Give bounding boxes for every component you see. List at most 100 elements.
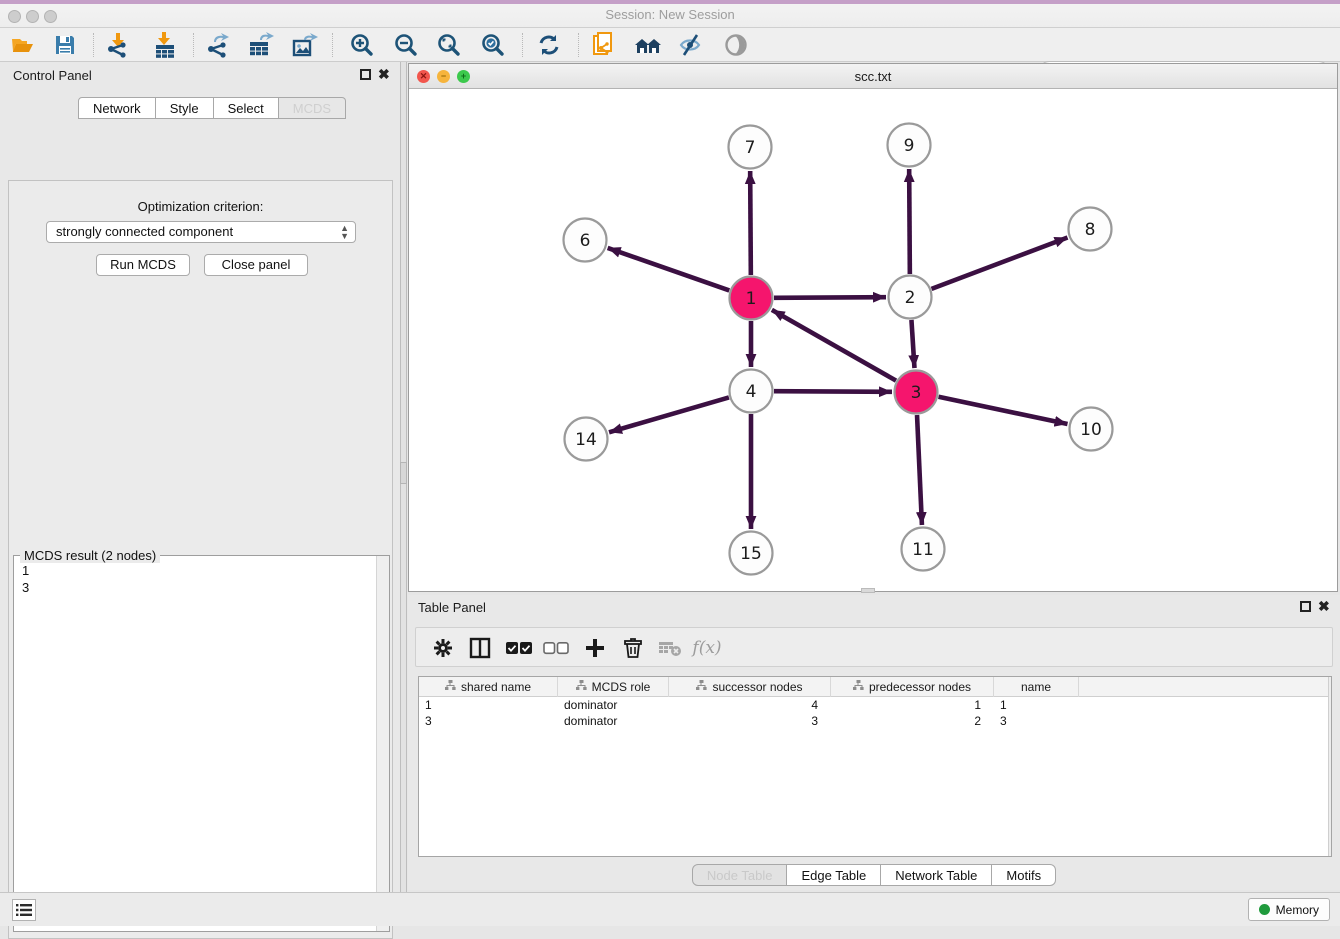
- zoom-fit-icon[interactable]: [432, 30, 466, 60]
- add-column-icon[interactable]: [580, 633, 610, 663]
- column-header-successor-nodes[interactable]: successor nodes: [669, 677, 831, 697]
- table-cell[interactable]: 1: [994, 697, 1079, 713]
- node-label-7: 7: [745, 138, 756, 158]
- tab-style[interactable]: Style: [156, 97, 214, 119]
- close-panel-button[interactable]: Close panel: [204, 254, 308, 276]
- edge-2-8[interactable]: [932, 237, 1068, 288]
- table-row[interactable]: 1dominator411: [419, 697, 1331, 713]
- column-header-name[interactable]: name: [994, 677, 1079, 697]
- tab-select[interactable]: Select: [214, 97, 279, 119]
- table-cell[interactable]: 1: [831, 697, 994, 713]
- run-mcds-button[interactable]: Run MCDS: [96, 254, 190, 276]
- float-panel-icon[interactable]: [360, 69, 371, 80]
- edge-4-14[interactable]: [609, 397, 729, 432]
- column-label: MCDS role: [592, 680, 651, 694]
- table-cell[interactable]: 1: [419, 697, 558, 713]
- column-edit-icon: [576, 680, 587, 694]
- zoom-selected-icon[interactable]: [476, 30, 510, 60]
- app-titlebar: Session: New Session: [0, 0, 1340, 28]
- edge-1-7[interactable]: [750, 171, 751, 275]
- mcds-result-list: 1 3: [22, 562, 29, 596]
- edge-2-3[interactable]: [911, 320, 914, 368]
- edge-1-2[interactable]: [774, 297, 886, 298]
- memory-button[interactable]: Memory: [1248, 898, 1330, 921]
- edge-3-10[interactable]: [939, 397, 1068, 424]
- float-table-panel-icon[interactable]: [1300, 601, 1311, 612]
- open-session-icon[interactable]: [6, 30, 40, 60]
- table-tabs: Node TableEdge TableNetwork TableMotifs: [408, 864, 1340, 886]
- show-column-icon[interactable]: [465, 633, 495, 663]
- column-header-MCDS-role[interactable]: MCDS role: [558, 677, 669, 697]
- table-cell[interactable]: 3: [419, 713, 558, 729]
- table-cell[interactable]: 3: [994, 713, 1079, 729]
- table-header-row[interactable]: shared name MCDS role successor nodesprede…: [419, 677, 1331, 697]
- table-cell[interactable]: 2: [831, 713, 994, 729]
- network-canvas[interactable]: 7968124314101511: [409, 89, 1337, 591]
- table-cell[interactable]: 3: [669, 713, 831, 729]
- panel-divider[interactable]: [400, 62, 407, 892]
- save-session-icon[interactable]: [48, 30, 82, 60]
- delete-table-icon[interactable]: [655, 633, 685, 663]
- function-builder-icon[interactable]: f(x): [692, 633, 722, 663]
- column-header-shared-name[interactable]: shared name: [419, 677, 558, 697]
- node-table[interactable]: shared name MCDS role successor nodesprede…: [418, 676, 1332, 857]
- control-panel-tabs: NetworkStyleSelectMCDS: [78, 97, 346, 119]
- select-all-checks-icon[interactable]: [504, 633, 534, 663]
- tab-node-table[interactable]: Node Table: [692, 864, 788, 886]
- hide-graphics-details-icon[interactable]: [674, 30, 708, 60]
- export-table-icon[interactable]: [244, 30, 278, 60]
- node-label-4: 4: [746, 382, 757, 402]
- column-label: shared name: [461, 680, 531, 694]
- window-resize-handle[interactable]: [861, 588, 875, 593]
- edge-3-11[interactable]: [917, 415, 922, 525]
- delete-column-icon[interactable]: [618, 633, 648, 663]
- zoom-in-icon[interactable]: [345, 30, 379, 60]
- tab-motifs[interactable]: Motifs: [992, 864, 1056, 886]
- table-panel-title: Table Panel: [418, 600, 486, 615]
- table-row[interactable]: 3dominator323: [419, 713, 1331, 729]
- node-label-1: 1: [746, 289, 757, 309]
- tab-edge-table[interactable]: Edge Table: [787, 864, 881, 886]
- close-panel-icon[interactable]: ✖: [378, 66, 390, 83]
- table-cell[interactable]: 4: [669, 697, 831, 713]
- node-label-6: 6: [580, 231, 591, 251]
- edge-1-6[interactable]: [608, 248, 730, 290]
- network-from-file-icon[interactable]: [587, 30, 621, 60]
- tab-network-table[interactable]: Network Table: [881, 864, 992, 886]
- network-window-titlebar[interactable]: ✕ − + scc.txt: [409, 64, 1337, 89]
- node-label-11: 11: [912, 540, 934, 560]
- tab-mcds[interactable]: MCDS: [279, 97, 346, 119]
- show-graphics-details-icon[interactable]: [719, 30, 753, 60]
- optimization-criterion-select[interactable]: strongly connected component ▲▼: [46, 221, 356, 243]
- edge-2-9[interactable]: [909, 169, 910, 274]
- table-cell[interactable]: dominator: [558, 713, 669, 729]
- toolbar-separator: [522, 33, 523, 57]
- node-label-9: 9: [904, 136, 915, 156]
- result-scrollbar[interactable]: [376, 556, 389, 931]
- close-table-panel-icon[interactable]: ✖: [1318, 598, 1330, 615]
- divider-handle[interactable]: [400, 462, 407, 484]
- table-options-gear-icon[interactable]: [428, 633, 458, 663]
- import-table-icon[interactable]: [148, 30, 182, 60]
- task-history-button[interactable]: [12, 899, 36, 921]
- main-toolbar: ⚲: [0, 28, 1340, 62]
- export-network-icon[interactable]: [201, 30, 235, 60]
- import-network-icon[interactable]: [101, 30, 135, 60]
- tab-network[interactable]: Network: [78, 97, 156, 119]
- edge-3-1[interactable]: [772, 310, 896, 381]
- table-body: 1dominator4113dominator323: [419, 697, 1331, 729]
- deselect-all-checks-icon[interactable]: [541, 633, 571, 663]
- toolbar-separator: [332, 33, 333, 57]
- table-panel-header: Table Panel ✖: [408, 595, 1340, 623]
- export-image-icon[interactable]: [288, 30, 322, 60]
- column-header-predecessor-nodes[interactable]: predecessor nodes: [831, 677, 994, 697]
- node-label-15: 15: [740, 544, 762, 564]
- table-scrollbar[interactable]: [1328, 677, 1331, 856]
- edge-4-3[interactable]: [774, 391, 892, 392]
- table-cell[interactable]: dominator: [558, 697, 669, 713]
- overview-homes-icon[interactable]: [631, 30, 665, 60]
- memory-status-icon: [1259, 904, 1270, 915]
- column-edit-icon: [445, 680, 456, 694]
- zoom-out-icon[interactable]: [389, 30, 423, 60]
- refresh-view-icon[interactable]: [532, 30, 566, 60]
